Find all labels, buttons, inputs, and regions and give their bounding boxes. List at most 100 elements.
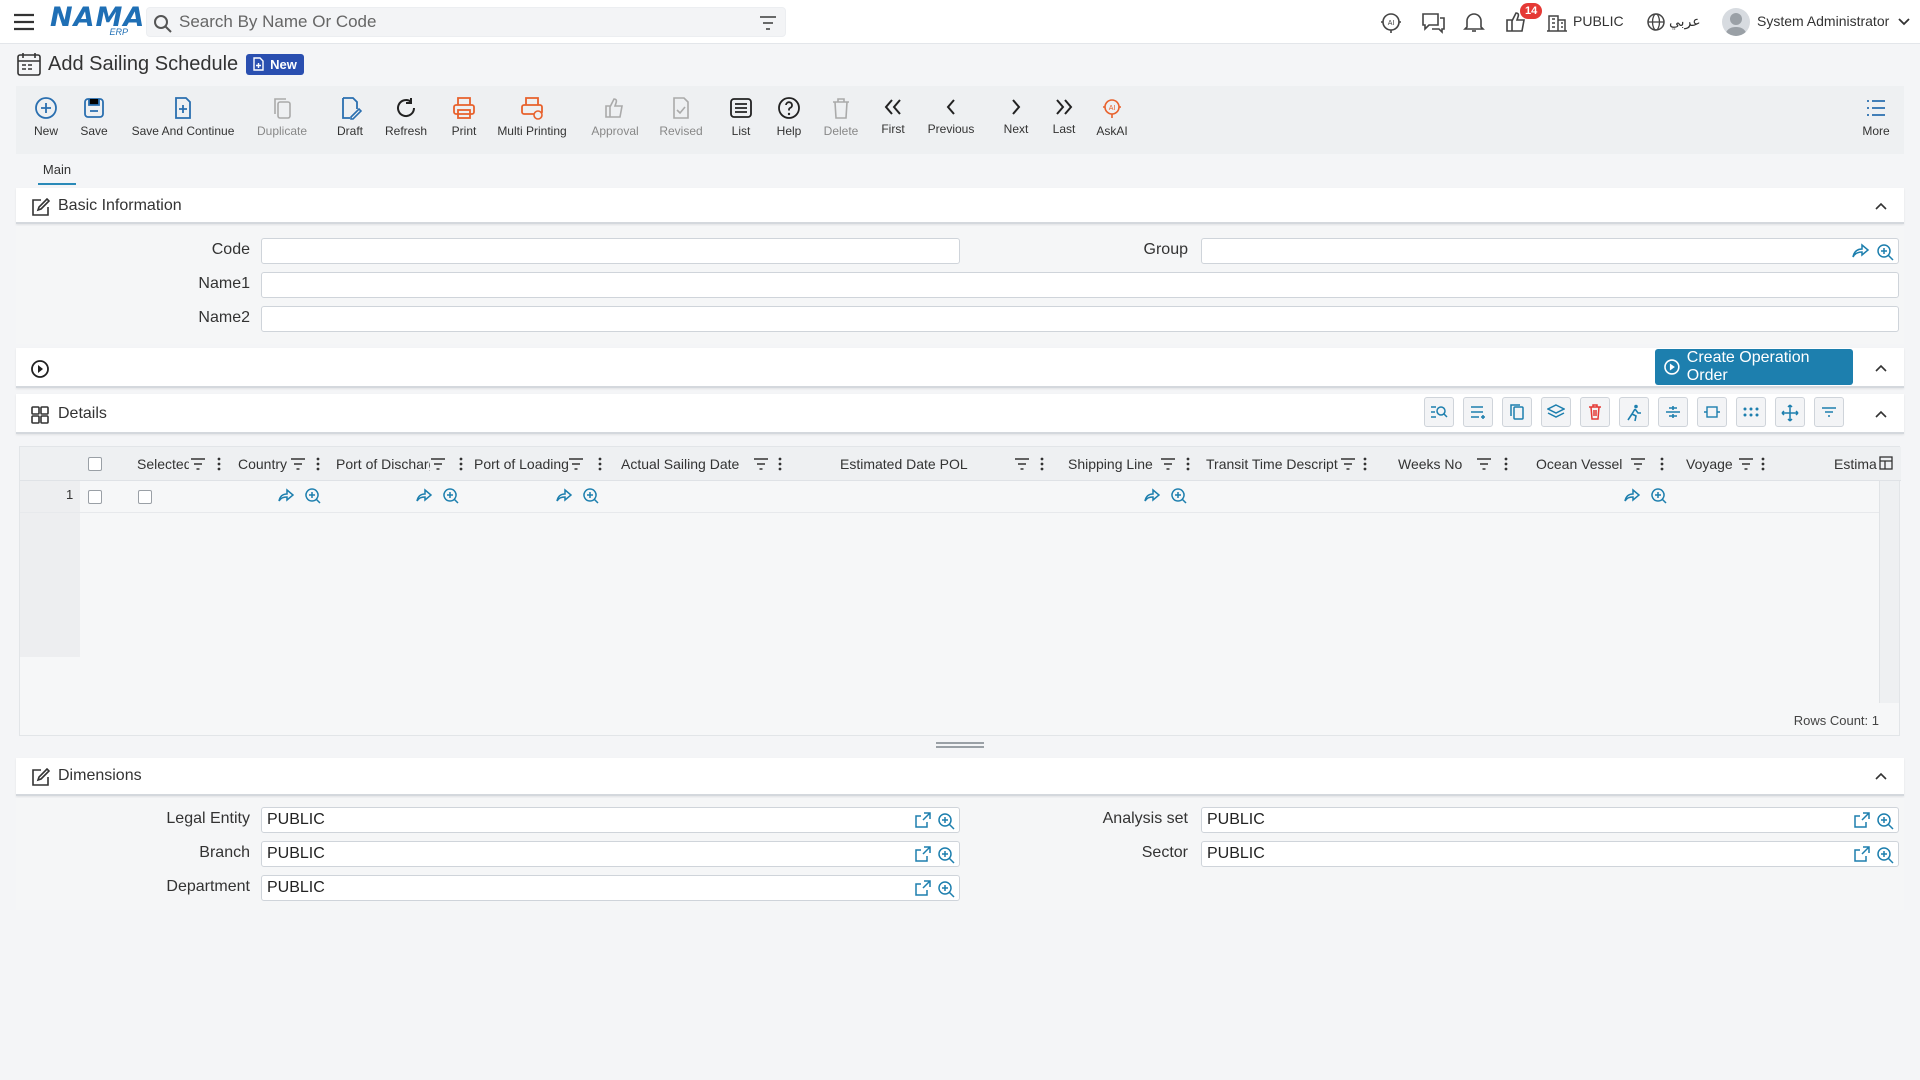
column-filter-icon[interactable] <box>1738 456 1754 472</box>
share-icon[interactable] <box>556 488 572 504</box>
first-button[interactable]: First <box>878 96 908 136</box>
code-input[interactable] <box>261 238 960 264</box>
askai-button[interactable]: AI AskAI <box>1094 96 1130 138</box>
app-logo[interactable]: NAMA ERP <box>50 4 144 38</box>
language-switch[interactable]: عربي <box>1669 13 1701 30</box>
select-all-checkbox[interactable] <box>88 457 102 471</box>
lookup-search-icon[interactable] <box>937 812 955 830</box>
row-select-checkbox[interactable] <box>88 490 102 504</box>
name2-input[interactable] <box>261 306 1899 332</box>
grid-run-button[interactable] <box>1619 397 1649 427</box>
grid-move-button[interactable] <box>1775 397 1805 427</box>
column-header-estimated[interactable]: Estima <box>1834 456 1878 472</box>
lookup-search-icon[interactable] <box>1876 812 1894 830</box>
chevron-up-icon[interactable] <box>1874 199 1888 213</box>
open-external-icon[interactable] <box>915 846 931 862</box>
tab-main[interactable]: Main <box>38 162 76 185</box>
chat-icon[interactable] <box>1420 10 1446 34</box>
dimensions-header[interactable]: Dimensions <box>16 758 1904 796</box>
previous-button[interactable]: Previous <box>926 96 976 136</box>
print-button[interactable]: Print <box>444 96 484 138</box>
share-icon[interactable] <box>416 488 432 504</box>
duplicate-button[interactable]: Duplicate <box>254 96 310 138</box>
lookup-search-icon[interactable] <box>1876 846 1894 864</box>
play-circle-icon[interactable] <box>30 359 50 379</box>
lookup-search-icon[interactable] <box>443 488 459 504</box>
lookup-search-icon[interactable] <box>937 846 955 864</box>
column-menu-icon[interactable] <box>453 456 469 472</box>
column-filter-icon[interactable] <box>290 456 306 472</box>
refresh-button[interactable]: Refresh <box>380 96 432 138</box>
lookup-search-icon[interactable] <box>1651 488 1667 504</box>
resize-handle[interactable] <box>936 742 984 748</box>
create-operation-order-button[interactable]: Create Operation Order <box>1655 349 1853 385</box>
share-icon[interactable] <box>278 488 294 504</box>
selected-checkbox[interactable] <box>138 490 152 504</box>
column-filter-icon[interactable] <box>1160 456 1176 472</box>
basic-information-header[interactable]: Basic Information <box>16 188 1904 224</box>
legal-entity-input[interactable]: PUBLIC <box>261 807 960 833</box>
grid-insert-button[interactable] <box>1463 397 1493 427</box>
menu-icon[interactable] <box>12 11 36 33</box>
column-header-actual-sailing-date[interactable]: Actual Sailing Date <box>621 456 751 472</box>
column-menu-icon[interactable] <box>310 456 326 472</box>
grid-dots-button[interactable] <box>1736 397 1766 427</box>
column-filter-icon[interactable] <box>1630 456 1646 472</box>
open-external-icon[interactable] <box>915 880 931 896</box>
grid-copy-button[interactable] <box>1502 397 1532 427</box>
grid-delete-button[interactable] <box>1580 397 1610 427</box>
column-filter-icon[interactable] <box>753 456 769 472</box>
column-menu-icon[interactable] <box>1498 456 1514 472</box>
column-header-voyage[interactable]: Voyage <box>1686 456 1736 472</box>
column-header-weeks-no[interactable]: Weeks No <box>1398 456 1468 472</box>
ai-assistant-icon[interactable]: AI <box>1378 10 1404 34</box>
column-menu-icon[interactable] <box>1755 456 1771 472</box>
table-row[interactable]: 1 <box>20 481 1880 513</box>
column-filter-icon[interactable] <box>568 456 584 472</box>
analysis-set-input[interactable]: PUBLIC <box>1201 807 1899 833</box>
chevron-up-icon[interactable] <box>1874 361 1888 375</box>
lookup-search-icon[interactable] <box>305 488 321 504</box>
grid-search-button[interactable] <box>1424 397 1454 427</box>
column-menu-icon[interactable] <box>211 456 227 472</box>
share-icon[interactable] <box>1624 488 1640 504</box>
column-filter-icon[interactable] <box>430 456 446 472</box>
column-header-country[interactable]: Country <box>238 456 290 472</box>
list-button[interactable]: List <box>726 96 756 138</box>
columns-chooser-icon[interactable] <box>1879 456 1893 470</box>
company-name[interactable]: PUBLIC <box>1573 13 1624 29</box>
column-header-estimated-date-pol[interactable]: Estimated Date POL <box>840 456 980 472</box>
open-external-icon[interactable] <box>1854 812 1870 828</box>
column-filter-icon[interactable] <box>1014 456 1030 472</box>
avatar[interactable] <box>1722 8 1750 36</box>
chevron-down-icon[interactable] <box>1896 14 1912 38</box>
search-input[interactable] <box>179 11 739 33</box>
share-icon[interactable] <box>1852 243 1870 259</box>
branch-input[interactable]: PUBLIC <box>261 841 960 867</box>
next-button[interactable]: Next <box>1001 96 1031 136</box>
column-menu-icon[interactable] <box>1180 456 1196 472</box>
delete-button[interactable]: Delete <box>820 96 862 138</box>
new-button[interactable]: New <box>28 96 64 138</box>
sector-input[interactable]: PUBLIC <box>1201 841 1899 867</box>
last-button[interactable]: Last <box>1049 96 1079 136</box>
filter-icon[interactable] <box>759 14 777 32</box>
column-menu-icon[interactable] <box>772 456 788 472</box>
lookup-search-icon[interactable] <box>937 880 955 898</box>
column-header-port-of-loading[interactable]: Port of Loading <box>474 456 568 472</box>
department-input[interactable]: PUBLIC <box>261 875 960 901</box>
draft-button[interactable]: Draft <box>328 96 372 138</box>
grid-merge-button[interactable] <box>1658 397 1688 427</box>
revised-button[interactable]: Revised <box>656 96 706 138</box>
chevron-up-icon[interactable] <box>1874 769 1888 783</box>
save-and-continue-button[interactable]: Save And Continue <box>128 96 238 138</box>
column-filter-icon[interactable] <box>1340 456 1356 472</box>
group-input[interactable] <box>1201 238 1899 264</box>
open-external-icon[interactable] <box>1854 846 1870 862</box>
lookup-search-icon[interactable] <box>1171 488 1187 504</box>
column-filter-icon[interactable] <box>190 456 206 472</box>
column-header-ocean-vessel[interactable]: Ocean Vessel <box>1536 456 1626 472</box>
chevron-up-icon[interactable] <box>1874 407 1888 421</box>
grid-filter-button[interactable] <box>1814 397 1844 427</box>
grid-layers-button[interactable] <box>1541 397 1571 427</box>
